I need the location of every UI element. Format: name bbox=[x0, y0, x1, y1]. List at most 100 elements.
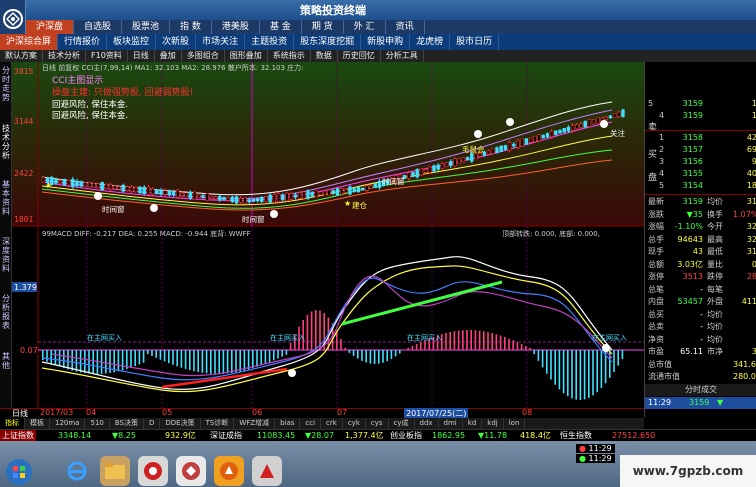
macd-bar bbox=[470, 330, 472, 350]
tool-period[interactable]: 日线 bbox=[128, 50, 155, 62]
buy-level-2[interactable]: 2 3157 69 bbox=[645, 144, 756, 156]
tool-tech[interactable]: 技术分析 bbox=[43, 50, 86, 62]
menu-zhuti[interactable]: 主题投资 bbox=[245, 34, 295, 50]
tool-multi[interactable]: 多图组合 bbox=[182, 50, 225, 62]
ftab-120ma[interactable]: 120ma bbox=[50, 418, 86, 429]
tool-history[interactable]: 历史回忆 bbox=[338, 50, 381, 62]
ftab-dmi[interactable]: dmi bbox=[439, 418, 463, 429]
app4-taskbar-button[interactable] bbox=[252, 456, 282, 486]
candle-body bbox=[268, 194, 272, 203]
ftab-ddx[interactable]: ddx bbox=[415, 418, 439, 429]
ftab-d[interactable]: D bbox=[144, 418, 161, 429]
face-marker bbox=[270, 210, 278, 218]
ftab-cys[interactable]: cys bbox=[366, 418, 389, 429]
menu-longhu[interactable]: 龙虎榜 bbox=[410, 34, 451, 50]
tab-jiben[interactable]: 基本资料 bbox=[1, 180, 11, 216]
menu-zixuan[interactable]: 自选股 bbox=[74, 20, 123, 34]
ftab-bs[interactable]: BS决策 bbox=[110, 418, 144, 429]
ftab-cyk[interactable]: cyk bbox=[343, 418, 366, 429]
menu-zonghe[interactable]: 沪深综合屏 bbox=[0, 34, 59, 50]
buy-level-5[interactable]: 5 3154 18 bbox=[645, 180, 756, 192]
risk-line-2: 回避风险, 保住本金. bbox=[52, 110, 128, 121]
ftab-cycheng[interactable]: cy成 bbox=[389, 418, 415, 429]
macd-bar bbox=[226, 350, 229, 374]
logo-icon bbox=[2, 9, 23, 29]
menu-xingu[interactable]: 新股申购 bbox=[361, 34, 411, 50]
ftab-moban[interactable]: 模板 bbox=[25, 418, 50, 429]
ftab-kd[interactable]: kd bbox=[463, 418, 483, 429]
candle-body bbox=[167, 190, 172, 196]
app1-taskbar-button[interactable] bbox=[138, 456, 168, 486]
start-button[interactable] bbox=[6, 459, 32, 485]
tab-fenshi[interactable]: 分时走势 bbox=[1, 66, 11, 102]
tick-header[interactable]: 分时成交 bbox=[645, 384, 756, 396]
menu-hangqing[interactable]: 行情报价 bbox=[58, 34, 108, 50]
tool-system[interactable]: 系统指示 bbox=[268, 50, 311, 62]
candle-body bbox=[335, 188, 340, 196]
clock-1: ● 11:29 bbox=[576, 444, 615, 453]
app-icon bbox=[182, 462, 200, 480]
tool-data[interactable]: 数据 bbox=[311, 50, 338, 62]
tool-overlay[interactable]: 叠加 bbox=[155, 50, 182, 62]
app-logo[interactable] bbox=[0, 0, 26, 38]
ftab-bias[interactable]: bias bbox=[275, 418, 301, 429]
sell-level-4[interactable]: 4 3159 1 bbox=[645, 110, 756, 122]
tab-baobiao[interactable]: 分析报表 bbox=[1, 294, 11, 330]
menu-qihuo[interactable]: 期 货 bbox=[302, 20, 344, 34]
tab-shendu[interactable]: 深度资料 bbox=[1, 237, 11, 273]
tool-graph-overlay[interactable]: 图形叠加 bbox=[225, 50, 268, 62]
tab-qita[interactable]: 其他 bbox=[1, 352, 11, 370]
ftab-zhibiao[interactable]: 指标 bbox=[0, 418, 25, 429]
kline-indicator-line: 日线 前复权 CCI主(7,99,14) MA1: 32.103 MA2: 28… bbox=[42, 63, 304, 72]
buy-level-3[interactable]: 3 3156 9 bbox=[645, 156, 756, 168]
menu-gupiaochi[interactable]: 股票池 bbox=[122, 20, 171, 34]
macd-bar bbox=[180, 350, 183, 368]
folder-taskbar-button[interactable] bbox=[100, 456, 130, 486]
ftab-ts[interactable]: TS诊断 bbox=[201, 418, 235, 429]
menu-zhishu[interactable]: 指 数 bbox=[170, 20, 212, 34]
ftab-crk[interactable]: crk bbox=[321, 418, 343, 429]
menu-rili[interactable]: 股市日历 bbox=[450, 34, 500, 50]
macd-bar bbox=[252, 350, 254, 369]
macd-bar bbox=[361, 350, 363, 361]
app-title: 策略投资终端 bbox=[300, 4, 366, 17]
macd-bar bbox=[613, 350, 615, 372]
menu-jijin[interactable]: 基 金 bbox=[260, 20, 302, 34]
tool-analysis[interactable]: 分析工具 bbox=[381, 50, 424, 62]
macd-bar bbox=[50, 350, 52, 364]
tick-row[interactable]: 11:29 3159 ▼ bbox=[645, 397, 756, 409]
app2-taskbar-button[interactable] bbox=[176, 456, 206, 486]
ftab-kdj[interactable]: kdj bbox=[482, 418, 504, 429]
ftab-lon[interactable]: lon bbox=[504, 418, 526, 429]
app3-taskbar-button[interactable] bbox=[214, 456, 244, 486]
candle-body bbox=[218, 195, 222, 201]
menu-hushen[interactable]: 沪深盘 bbox=[26, 20, 75, 34]
macd-bar bbox=[554, 350, 556, 385]
chart-area[interactable]: 3815 3144 2422 1801 日线 前复权 CCI主(7,99,14)… bbox=[12, 62, 644, 417]
tool-f10[interactable]: F10资料 bbox=[86, 50, 128, 62]
menu-zixun[interactable]: 资讯 bbox=[386, 20, 425, 34]
candle-body bbox=[79, 181, 83, 187]
candle-body bbox=[356, 187, 361, 193]
buy-level-4[interactable]: 4 3155 40 bbox=[645, 168, 756, 180]
price-tick: 2422 bbox=[14, 169, 33, 178]
ftab-510[interactable]: 510 bbox=[85, 418, 110, 429]
tool-scheme[interactable]: 默认方案 bbox=[0, 50, 43, 62]
menu-bankuai[interactable]: 板块监控 bbox=[107, 34, 157, 50]
menu-gudong[interactable]: 股东深度挖掘 bbox=[294, 34, 362, 50]
macd-bar bbox=[218, 350, 220, 374]
menu-cixin[interactable]: 次新股 bbox=[156, 34, 197, 50]
menu-guanzhu[interactable]: 市场关注 bbox=[196, 34, 246, 50]
ie-taskbar-button[interactable] bbox=[62, 456, 92, 486]
tab-jishu[interactable]: 技术分析 bbox=[1, 124, 11, 160]
ftab-wfz[interactable]: WFZ增减 bbox=[234, 418, 276, 429]
buy-level-1[interactable]: 1 3158 42 bbox=[645, 132, 756, 144]
candle-body bbox=[419, 168, 424, 176]
sell-level-5[interactable]: 5 3159 1 bbox=[645, 98, 756, 110]
menu-waihui[interactable]: 外 汇 bbox=[344, 20, 386, 34]
menu-gangmei[interactable]: 港美股 bbox=[212, 20, 260, 34]
candle-body bbox=[289, 193, 293, 200]
ftab-dde[interactable]: DDE决策 bbox=[160, 418, 201, 429]
ftab-cci[interactable]: cci bbox=[300, 418, 322, 429]
chart-canvas[interactable]: 3815 3144 2422 1801 日线 前复权 CCI主(7,99,14)… bbox=[12, 62, 644, 408]
